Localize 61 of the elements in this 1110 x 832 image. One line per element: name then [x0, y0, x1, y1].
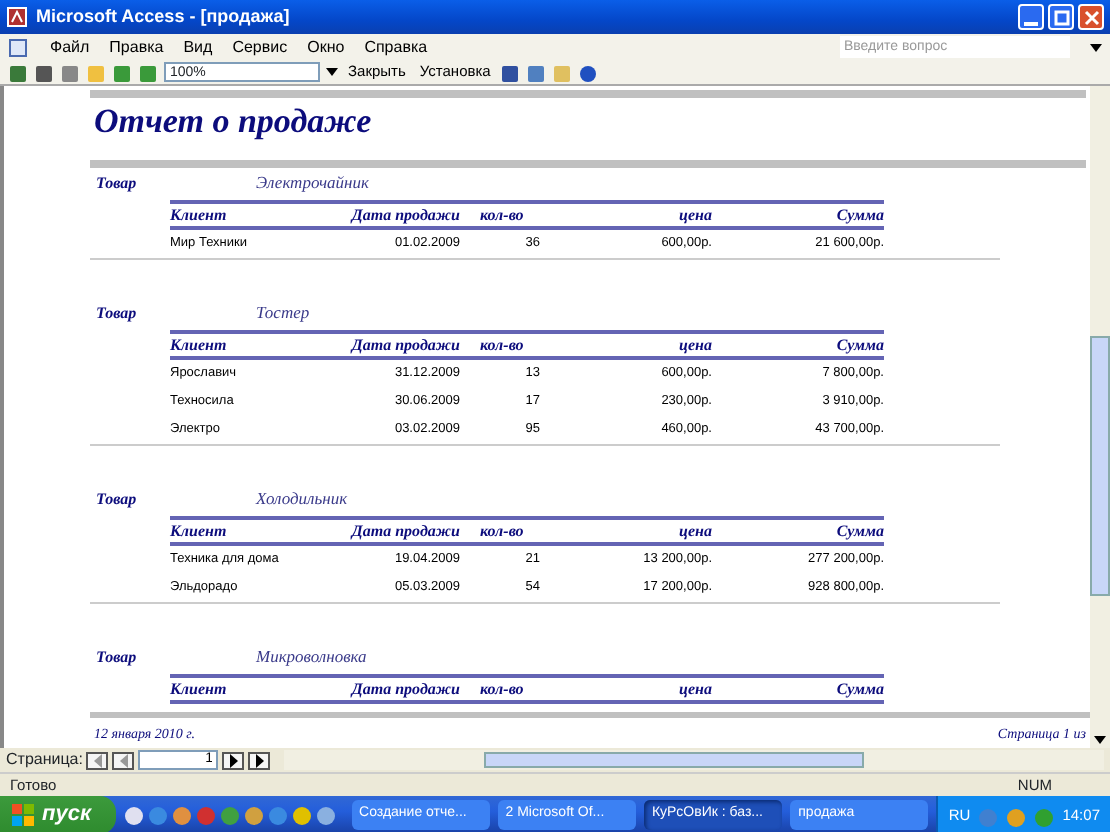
column-header: цена: [677, 334, 712, 358]
minimize-button[interactable]: [1018, 4, 1044, 30]
column-header: Сумма: [834, 204, 884, 228]
menu-item[interactable]: Справка: [364, 35, 428, 59]
page-label: Страница:: [6, 748, 83, 772]
horizontal-scrollbar[interactable]: [284, 750, 1104, 770]
minimize-icon: [1024, 21, 1038, 25]
column-header: Сумма: [834, 520, 884, 544]
column-header: Клиент: [170, 678, 229, 702]
window-title: Microsoft Access - [продажа]: [36, 3, 290, 30]
start-button[interactable]: пуск: [0, 796, 116, 832]
maximize-icon: [1050, 5, 1072, 29]
scroll-down-icon[interactable]: [1090, 736, 1110, 744]
caret-icon[interactable]: [1090, 43, 1102, 51]
column-header: Дата продажи: [348, 204, 460, 228]
maximize-button[interactable]: [1048, 4, 1074, 30]
document-icon: [8, 37, 30, 57]
column-header: Дата продажи: [348, 520, 460, 544]
group-label: Товар: [94, 646, 139, 670]
column-header: кол-во: [478, 520, 526, 544]
menu-item[interactable]: Файл: [50, 35, 90, 59]
quick-launch-icon[interactable]: [171, 805, 192, 825]
group-label: Товар: [94, 172, 139, 196]
quick-launch-icon[interactable]: [123, 805, 144, 825]
column-header: Сумма: [834, 334, 884, 358]
column-header: кол-во: [478, 204, 526, 228]
group-label: Товар: [94, 302, 139, 326]
column-header: цена: [677, 520, 712, 544]
menu-item[interactable]: Окно: [307, 35, 345, 59]
group-value: Электрочайник: [256, 170, 369, 196]
menu-item[interactable]: Сервис: [232, 35, 288, 59]
menu-item[interactable]: Правка: [109, 35, 164, 59]
next-page-button[interactable]: [222, 751, 245, 769]
group-value: Холодильник: [256, 486, 348, 512]
column-header: Дата продажи: [348, 334, 460, 358]
column-header: Сумма: [834, 678, 884, 702]
report-title: Отчет о продаже: [94, 102, 374, 142]
group-value: Микроволновка: [256, 644, 367, 670]
caret-icon[interactable]: [326, 68, 338, 76]
column-header: Клиент: [170, 204, 229, 228]
app-icon: [6, 6, 28, 28]
last-page-button[interactable]: [248, 751, 271, 769]
column-header: цена: [677, 678, 712, 702]
quick-launch-icon[interactable]: [243, 805, 264, 825]
column-header: Клиент: [170, 334, 229, 358]
windows-logo-icon: [12, 803, 36, 827]
group-value: Тостер: [256, 300, 310, 326]
quick-launch-icon[interactable]: [315, 805, 336, 825]
column-header: цена: [677, 204, 712, 228]
column-header: Клиент: [170, 520, 229, 544]
previous-page-button[interactable]: [112, 751, 135, 769]
group-label: Товар: [94, 488, 139, 512]
quick-launch-icon[interactable]: [291, 805, 312, 825]
column-header: Дата продажи: [348, 678, 460, 702]
menu-item[interactable]: Вид: [183, 35, 213, 59]
close-icon: [1080, 5, 1102, 29]
column-header: кол-во: [478, 334, 526, 358]
column-header: кол-во: [478, 678, 526, 702]
close-button[interactable]: [1078, 4, 1104, 30]
first-page-button[interactable]: [86, 751, 109, 769]
vertical-scrollbar[interactable]: [1090, 86, 1110, 748]
